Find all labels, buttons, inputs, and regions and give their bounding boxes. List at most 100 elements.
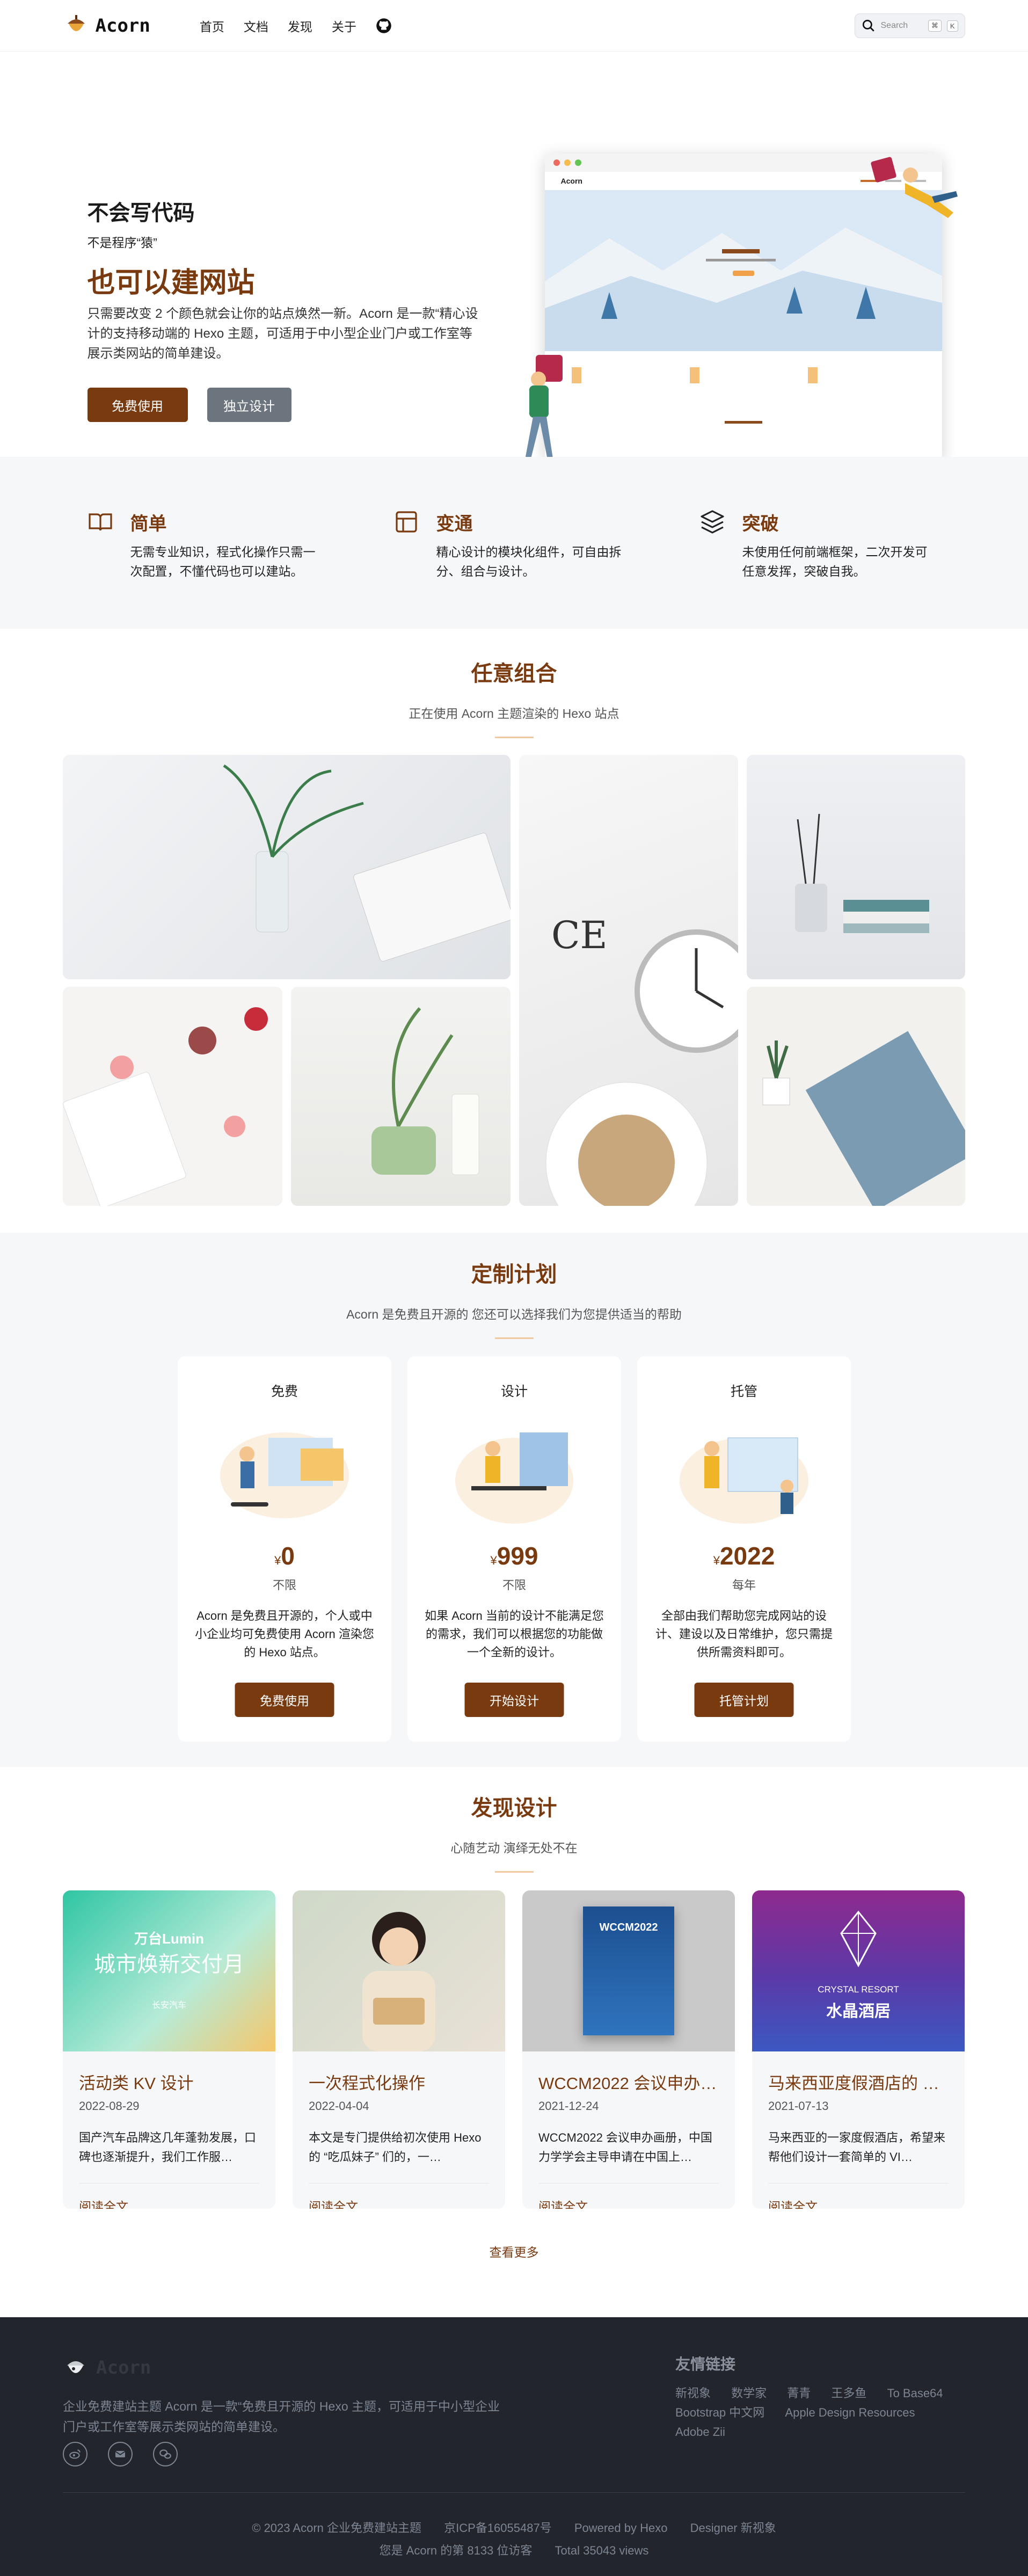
layout-icon [395,511,417,533]
weibo-icon[interactable] [63,2442,88,2466]
discover-header: 发现设计 心随艺动 演绎无处不在 [0,1791,1028,1873]
team-board-illustration [680,1437,808,1524]
nav-item-home[interactable]: 首页 [200,17,224,35]
discover-title: 发现设计 [471,1796,557,1820]
gallery-image-radio-plant[interactable] [291,987,511,1206]
brand-name: Acorn [95,15,150,37]
gallery-image-desk-notebook[interactable] [747,987,965,1206]
free-use-plan-button[interactable]: 免费使用 [235,1683,334,1717]
hosting-plan-button[interactable]: 托管计划 [694,1683,794,1717]
hero-tagline: 不是程序“猿” [87,236,157,250]
post-excerpt: 国产汽车品牌这几年蓬勃发展，口碑也逐渐提升，我们工作服… [79,2131,257,2164]
pricing-header: 定制计划 Acorn 是免费且开源的 您还可以选择我们为您提供适当的帮助 [0,1257,1028,1339]
plan-period: 不限 [272,1578,296,1592]
features-section: 简单 无需专业知识，程式化操作只需一次配置，不懂代码也可以建站。 变通 精心设计… [0,457,1028,629]
post-card[interactable]: 一次程式化操作 2022-04-04 本文是专门提供给初次使用 Hexo 的 “… [293,1890,505,2209]
view-more-link[interactable]: 查看更多 [0,2242,1028,2260]
powered-by-link[interactable]: Powered by Hexo [574,2521,668,2535]
friend-link[interactable]: Bootstrap 中文网 [675,2406,764,2419]
currency-symbol: ¥ [490,1554,497,1567]
copyright-text[interactable]: © 2023 Acorn 企业免费建站主题 [252,2521,421,2535]
nav-item-docs[interactable]: 文档 [244,17,268,35]
designer-link[interactable]: Designer 新视象 [690,2521,776,2535]
post-date: 2021-07-13 [768,2099,829,2113]
post-card[interactable]: 万台Lumin 城市焕新交付月 长安汽车 活动类 KV 设计 2022-08-2… [63,1890,275,2209]
nav-item-discover[interactable]: 发现 [288,17,312,35]
svg-text:CE: CE [551,913,608,957]
post-date: 2022-08-29 [79,2099,140,2113]
plan-desc: 全部由我们帮助您完成网站的设计、建设以及日常维护，您只需提供所需资料即可。 [655,1609,833,1659]
mockup-brand: Acorn [560,177,582,185]
title-divider [494,1337,534,1339]
post-card[interactable]: WCCM2022 WCCM2022 会议申办… 2021-12-24 WCCM2… [522,1890,735,2209]
plan-desc: Acorn 是免费且开源的，个人或中小企业均可免费使用 Acorn 渲染您的 H… [195,1609,374,1659]
visitor-count: 您是 Acorn 的第 8133 位访客 [379,2544,533,2557]
gallery-title: 任意组合 [471,662,557,686]
post-title[interactable]: 活动类 KV 设计 [79,2070,259,2094]
wechat-icon[interactable] [153,2442,178,2466]
github-icon[interactable] [376,18,392,34]
friend-link[interactable]: 菁青 [787,2386,811,2400]
post-card[interactable]: CRYSTAL RESORT 水晶酒居 马来西亚度假酒店的 VI… 2021-0… [752,1890,965,2209]
post-title[interactable]: 马来西亚度假酒店的 VI… [768,2070,949,2094]
gallery-image-plant-book[interactable] [63,755,511,979]
footer: Acorn 企业免费建站主题 Acorn 是一款“免费且开源的 Hexo 主题，… [0,2317,1028,2576]
post-excerpt: WCCM2022 会议申办画册，中国力学学会主导申请在中国上… [538,2131,712,2164]
post-title[interactable]: 一次程式化操作 [309,2070,489,2094]
gallery-subtitle: 正在使用 Acorn 主题渲染的 Hexo 站点 [409,707,619,721]
feature-title: 变通 [436,514,473,534]
post-date: 2021-12-24 [538,2099,599,2113]
mail-icon[interactable] [108,2442,133,2466]
designers-illustration [455,1432,573,1524]
gallery-header: 任意组合 正在使用 Acorn 主题渲染的 Hexo 站点 [0,656,1028,738]
friend-link[interactable]: Adobe Zii [675,2425,725,2439]
free-use-button[interactable]: 免费使用 [87,388,188,422]
footer-brand[interactable]: Acorn [63,2355,151,2381]
kbd-cmd: ⌘ [928,20,942,32]
pricing-title: 定制计划 [471,1263,557,1286]
pricing-subtitle: Acorn 是免费且开源的 您还可以选择我们为您提供适当的帮助 [346,1307,682,1321]
currency-symbol: ¥ [713,1554,720,1567]
flying-person-illustration [870,157,958,218]
hero-title-small: 不会写代码 [87,201,195,225]
hero-section: 不会写代码 不是程序“猿” 也可以建网站 只需要改变 2 个颜色就会让你的站点焕… [0,52,1028,461]
brand-logo[interactable]: Acorn [63,13,150,39]
feature-title: 简单 [130,514,167,534]
friend-link[interactable]: Apple Design Resources [785,2406,915,2419]
gallery-image-clock-coffee[interactable]: CE [519,755,738,1206]
friend-links-title: 友情链接 [675,2356,736,2373]
custom-design-button[interactable]: 独立设计 [207,388,291,422]
friend-link[interactable]: 数学家 [731,2386,767,2400]
title-divider [494,737,534,738]
start-design-button[interactable]: 开始设计 [464,1683,564,1717]
kbd-k: K [946,20,958,32]
gallery-image-diffuser[interactable] [747,755,965,979]
currency-symbol: ¥ [274,1554,281,1567]
read-more-link[interactable]: 阅读全文 [309,2183,489,2209]
title-divider [494,1871,534,1873]
friend-links: 友情链接 新视象 数学家 菁青 王多鱼 To Base64 Bootstrap … [675,2353,976,2442]
crystal-logo-icon [840,1910,877,1968]
friend-link[interactable]: To Base64 [887,2386,943,2400]
search-box[interactable]: Search ⌘ K [854,13,965,38]
icp-link[interactable]: 京ICP备16055487号 [444,2521,552,2535]
read-more-link[interactable]: 阅读全文 [768,2183,949,2209]
plan-price: ¥2022 [713,1542,775,1570]
footer-brand-name: Acorn [96,2357,151,2378]
friend-link[interactable]: 王多鱼 [831,2386,866,2400]
friend-link[interactable]: 新视象 [675,2386,711,2400]
post-thumbnail-kv: 万台Lumin 城市焕新交付月 长安汽车 [63,1890,275,2051]
plan-name: 托管 [730,1384,757,1399]
gallery-image-roses[interactable] [63,987,282,1206]
post-title[interactable]: WCCM2022 会议申办… [538,2070,719,2094]
feature-desc: 无需专业知识，程式化操作只需一次配置，不懂代码也可以建站。 [130,545,316,578]
read-more-link[interactable]: 阅读全文 [538,2183,719,2209]
book-icon [88,513,112,531]
plan-card-free: 免费 ¥0 不限 Acorn 是免费且开源的，个人或中小企业均可免费使用 Aco… [178,1356,391,1742]
discover-subtitle: 心随艺动 演绎无处不在 [450,1841,578,1855]
read-more-link[interactable]: 阅读全文 [79,2183,259,2209]
post-excerpt: 马来西亚的一家度假酒店，希望来帮他们设计一套简单的 VI… [768,2131,946,2164]
feature-desc: 精心设计的模块化组件，可自由拆分、组合与设计。 [436,545,622,578]
view-count: Total 35043 views [555,2544,649,2557]
nav-item-about[interactable]: 关于 [332,17,356,35]
